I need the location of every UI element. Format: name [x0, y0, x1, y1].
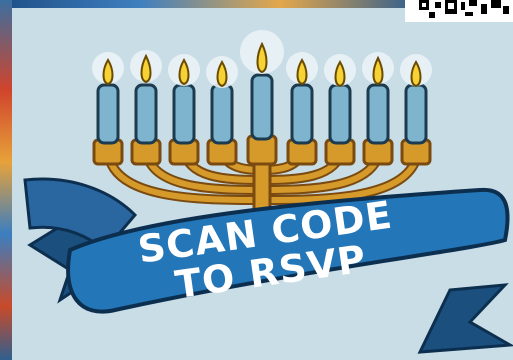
- menorah-illustration: [23, 30, 513, 354]
- ribbon-tail-right: [417, 283, 513, 354]
- candles: [96, 73, 428, 145]
